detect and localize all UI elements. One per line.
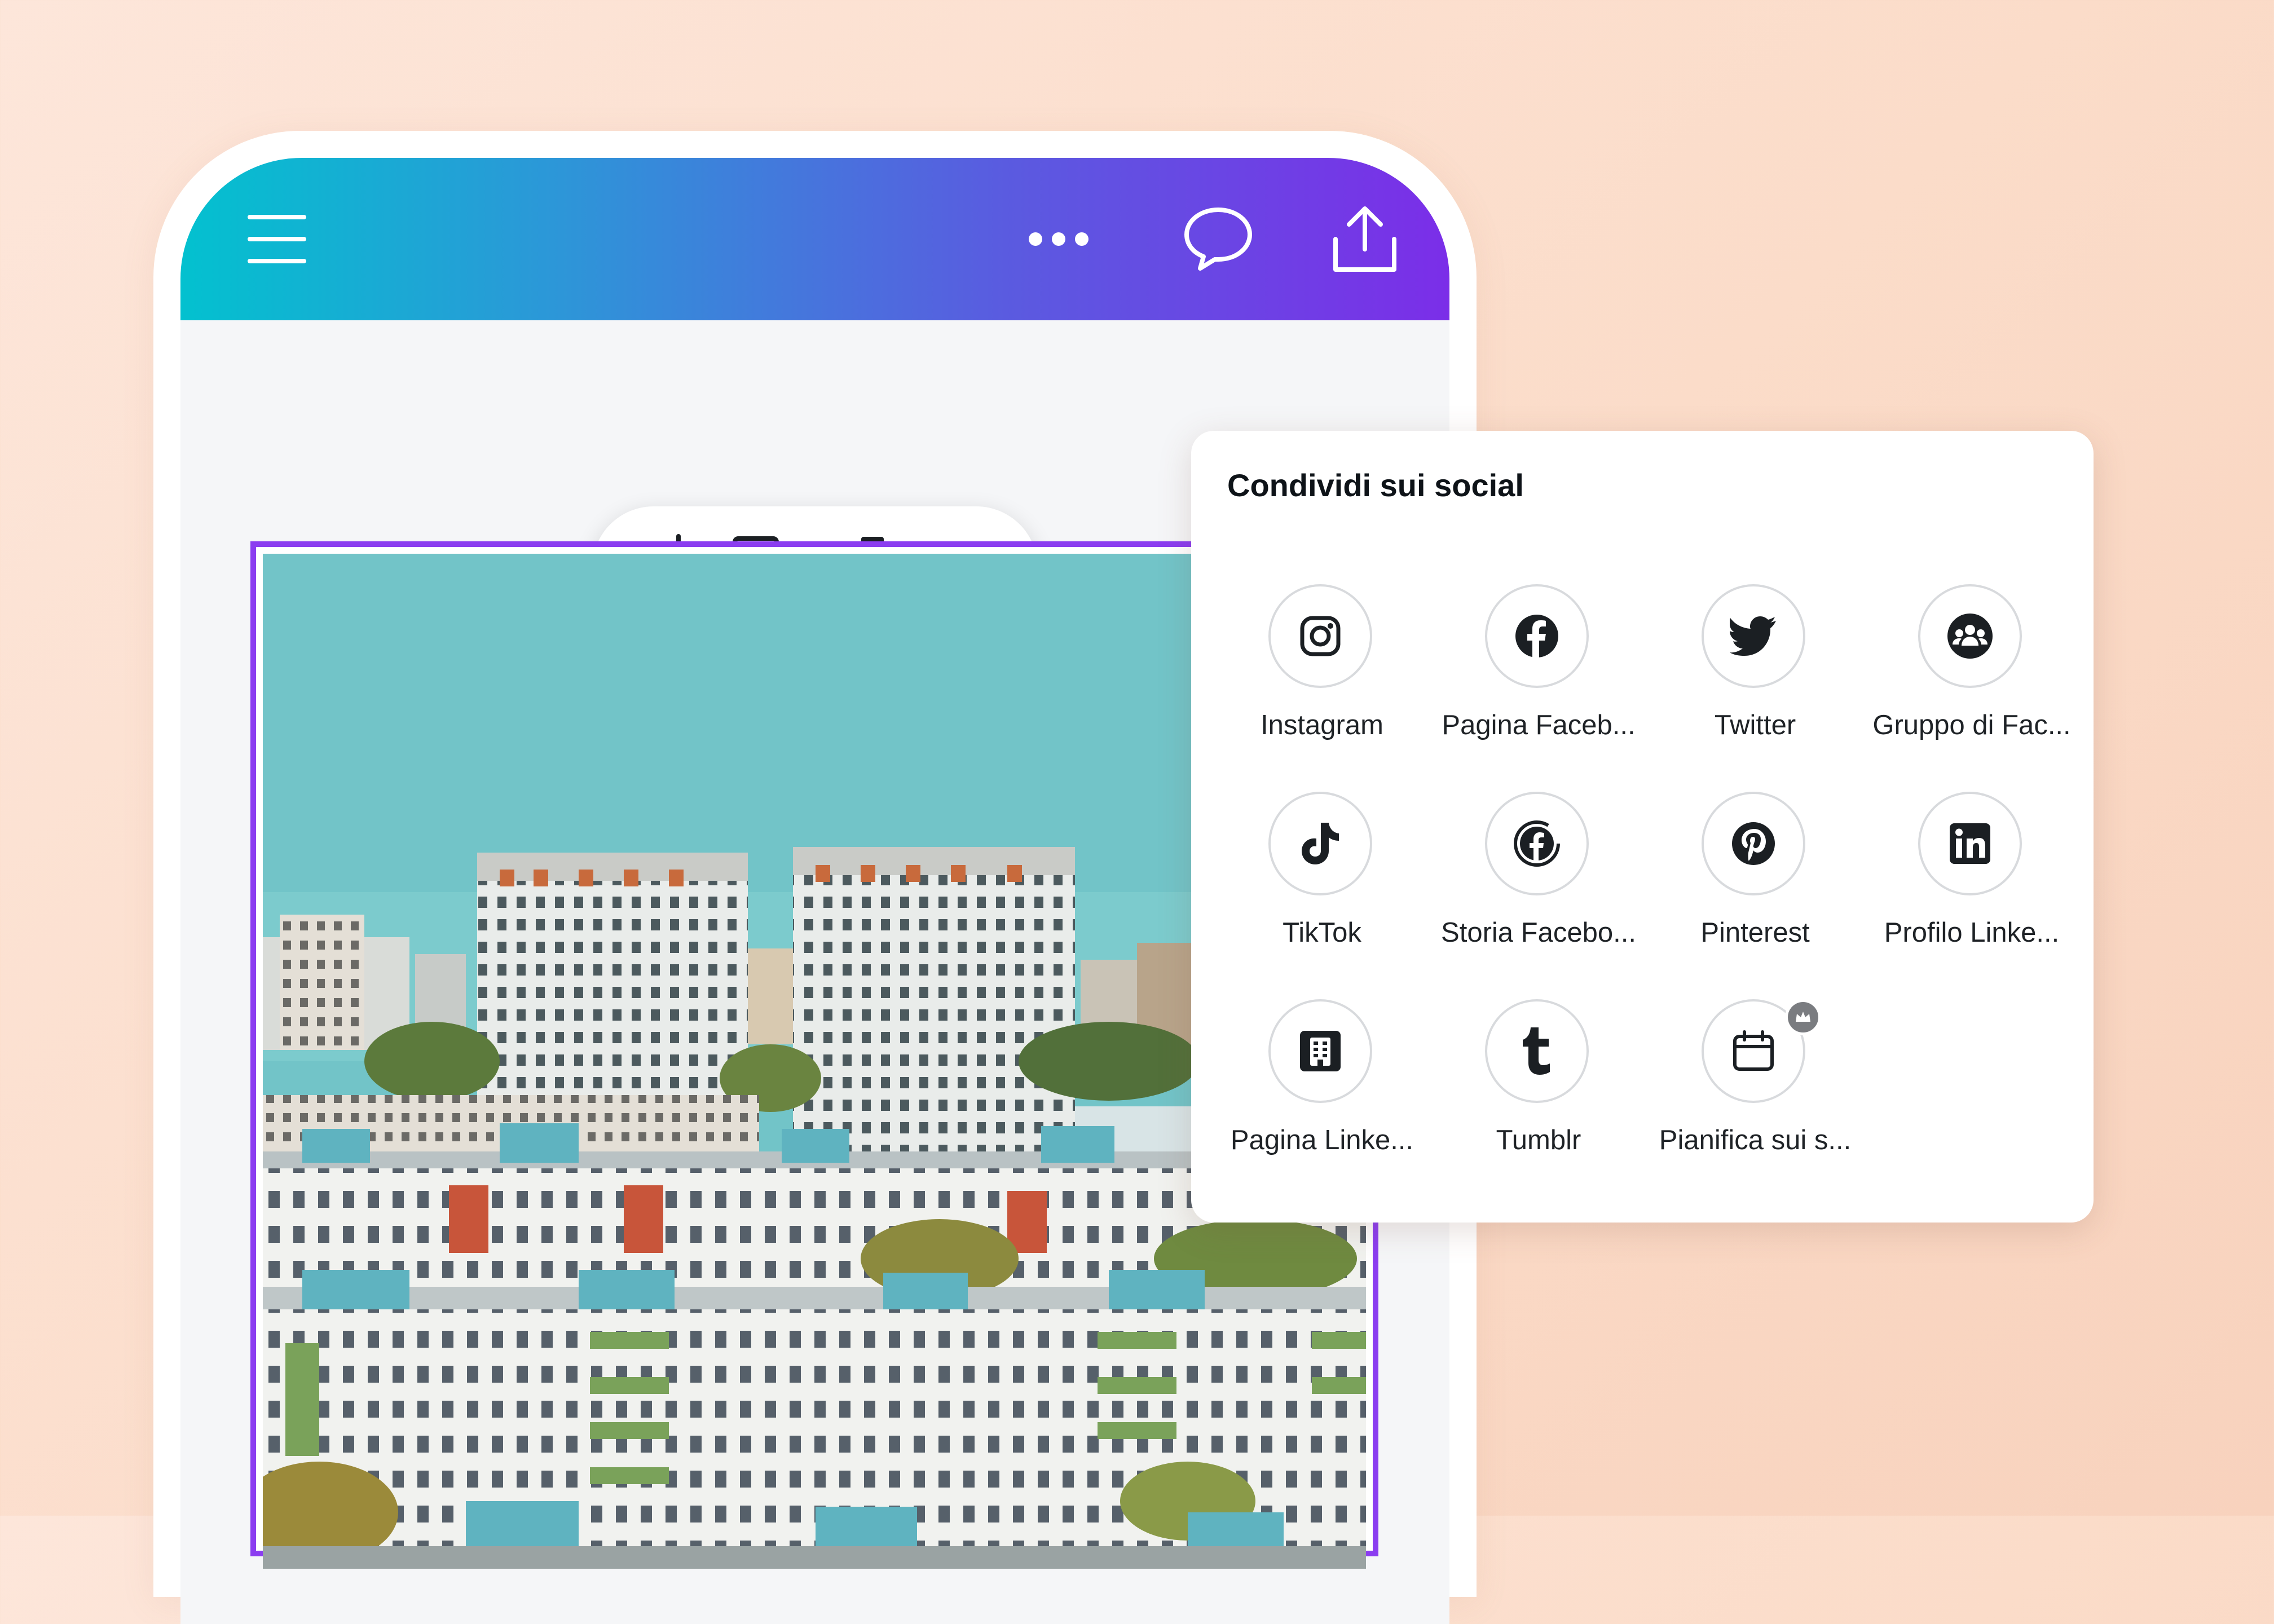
- share-option-label: Twitter: [1714, 710, 1796, 740]
- linkedin-page-icon: [1268, 999, 1372, 1103]
- share-option-instagram[interactable]: Instagram: [1214, 584, 1430, 787]
- share-option-twitter[interactable]: Twitter: [1647, 584, 1863, 787]
- hamburger-menu-icon[interactable]: [235, 158, 319, 320]
- facebook-group-icon: [1918, 584, 2022, 688]
- share-option-facebook-page[interactable]: Pagina Faceb...: [1430, 584, 1647, 787]
- panel-title: Condividi sui social: [1227, 467, 1524, 503]
- premium-crown-icon: [1785, 999, 1821, 1035]
- share-option-label: Gruppo di Fac...: [1872, 710, 2071, 740]
- pinterest-icon: [1702, 792, 1805, 895]
- share-option-label: Pagina Faceb...: [1442, 710, 1636, 740]
- share-option-label: Instagram: [1261, 710, 1383, 740]
- share-option-linkedin-profile[interactable]: Profilo Linke...: [1863, 792, 2080, 995]
- share-option-facebook-group[interactable]: Gruppo di Fac...: [1863, 584, 2080, 787]
- share-option-label: Tumblr: [1496, 1125, 1581, 1155]
- share-upload-icon[interactable]: [1308, 158, 1421, 320]
- share-option-label: Pianifica sui s...: [1659, 1125, 1852, 1155]
- tumblr-icon: [1485, 999, 1589, 1103]
- tiktok-icon: [1268, 792, 1372, 895]
- linkedin-icon: [1918, 792, 2022, 895]
- share-option-linkedin-page[interactable]: Pagina Linke...: [1214, 999, 1430, 1202]
- share-option-facebook-story[interactable]: Storia Facebo...: [1430, 792, 1647, 995]
- share-option-label: Pinterest: [1700, 917, 1810, 948]
- more-horizontal-icon[interactable]: [1022, 158, 1095, 320]
- share-option-tumblr[interactable]: Tumblr: [1430, 999, 1647, 1202]
- share-option-schedule[interactable]: Pianifica sui s...: [1647, 999, 1863, 1202]
- share-option-label: Pagina Linke...: [1230, 1125, 1414, 1155]
- twitter-icon: [1702, 584, 1805, 688]
- share-option-tiktok[interactable]: TikTok: [1214, 792, 1430, 995]
- share-option-label: Storia Facebo...: [1441, 917, 1636, 948]
- top-toolbar: [180, 158, 1449, 320]
- instagram-icon: [1268, 584, 1372, 688]
- facebook-story-icon: [1485, 792, 1589, 895]
- share-to-social-panel: Condividi sui social Instagram Pagina Fa…: [1191, 431, 2094, 1223]
- speech-bubble-icon[interactable]: [1162, 158, 1275, 320]
- share-option-label: Profilo Linke...: [1884, 917, 2060, 948]
- share-option-label: TikTok: [1283, 917, 1361, 948]
- share-option-pinterest[interactable]: Pinterest: [1647, 792, 1863, 995]
- facebook-icon: [1485, 584, 1589, 688]
